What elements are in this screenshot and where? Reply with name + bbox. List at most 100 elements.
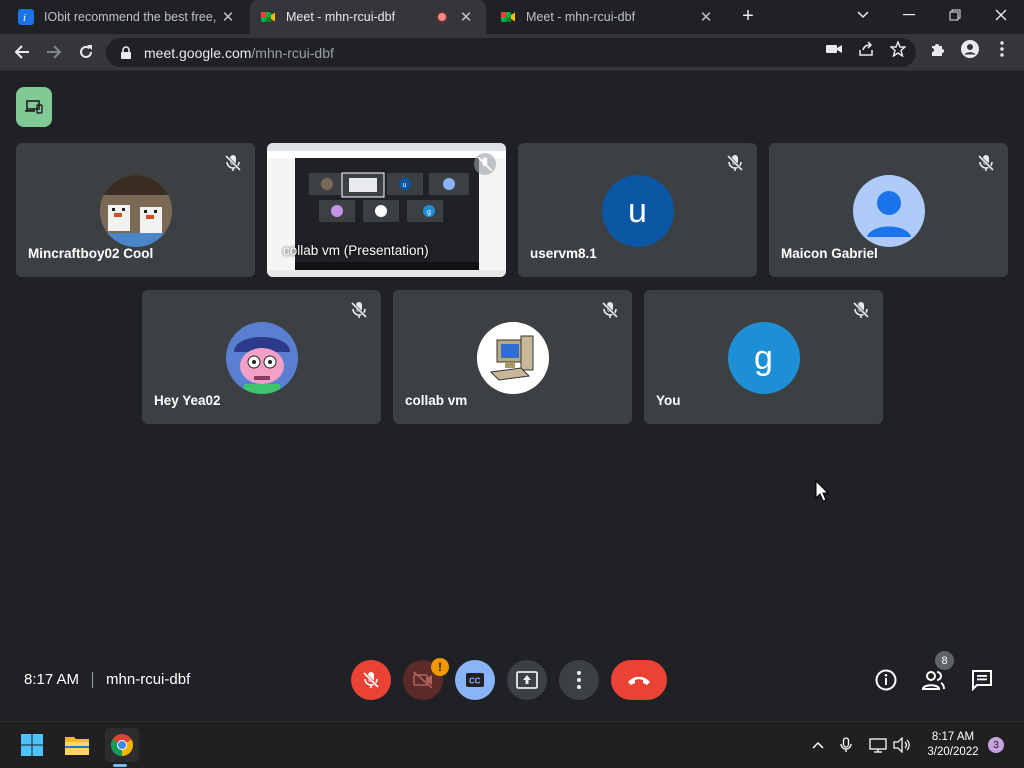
tab-title: IObit recommend the best free, f [44, 10, 218, 24]
recording-indicator-icon [436, 11, 448, 23]
windows-taskbar: 8:17 AM 3/20/2022 3 [0, 721, 1024, 768]
participant-tile[interactable]: Maicon Gabriel [769, 143, 1008, 277]
participant-name: Maicon Gabriel [781, 246, 878, 261]
captions-button[interactable]: CC [455, 660, 495, 700]
restore-button[interactable] [932, 0, 978, 30]
tab-title: Meet - mhn-rcui-dbf [526, 10, 636, 24]
more-options-button[interactable] [559, 660, 599, 700]
windows-start-icon[interactable] [17, 730, 47, 760]
participant-name: uservm8.1 [530, 246, 597, 261]
closed-captions-icon: CC [466, 673, 484, 687]
minimize-button[interactable] [886, 0, 932, 30]
participant-name: collab vm [405, 393, 468, 408]
tab-meet-active[interactable]: Meet - mhn-rcui-dbf ✕ [250, 0, 486, 34]
mic-off-icon [474, 153, 496, 175]
volume-icon[interactable] [893, 736, 911, 754]
mic-off-icon [362, 671, 380, 689]
participant-tile[interactable]: Mincraftboy02 Cool [16, 143, 255, 277]
clock-time: 8:17 AM [931, 731, 975, 743]
meeting-code: mhn-rcui-dbf [106, 671, 191, 688]
show-hidden-icons-chevron-icon[interactable] [809, 736, 827, 754]
lock-icon [121, 45, 131, 59]
file-explorer-icon[interactable] [62, 730, 92, 760]
people-button[interactable] [921, 667, 947, 693]
active-app-indicator [113, 764, 127, 767]
microphone-tray-icon[interactable] [837, 736, 855, 754]
iobit-icon: i [18, 9, 34, 25]
url-host: meet.google.com [144, 44, 252, 61]
hang-up-icon [628, 676, 650, 685]
presentation-tile[interactable]: u g collab vm (Presentation) [267, 143, 506, 277]
participant-tile[interactable]: u uservm8.1 [518, 143, 757, 277]
mic-off-icon [350, 301, 368, 319]
back-button[interactable] [8, 38, 36, 66]
google-meet-icon [500, 9, 516, 25]
present-screen-button[interactable] [507, 660, 547, 700]
profile-icon[interactable] [961, 40, 979, 58]
tab-close-icon[interactable]: ✕ [696, 8, 716, 26]
meet-stage: Mincraftboy02 Cool u g collab vm (Presen… [0, 71, 1024, 721]
participant-tile[interactable]: Hey Yea02 [142, 290, 381, 424]
share-icon[interactable] [857, 40, 875, 58]
tab-close-icon[interactable]: ✕ [456, 8, 476, 26]
letter-avatar: u [601, 175, 674, 247]
warning-badge: ! [431, 658, 449, 676]
chrome-taskbar-icon[interactable] [105, 728, 139, 762]
more-vert-icon [577, 671, 581, 689]
mic-off-icon [977, 154, 995, 172]
leave-call-button[interactable] [611, 660, 667, 700]
url-path: /mhn-rcui-dbf [251, 44, 334, 61]
tab-meet[interactable]: Meet - mhn-rcui-dbf ✕ [490, 0, 726, 34]
close-window-button[interactable] [978, 0, 1024, 30]
default-person-icon [852, 175, 925, 247]
mic-off-icon [224, 154, 242, 172]
reload-button[interactable] [72, 38, 100, 66]
tab-iobit[interactable]: i IObit recommend the best free, f ✕ [8, 0, 248, 34]
tab-search-chevron-icon[interactable] [840, 0, 886, 30]
clock-date: 3/20/2022 [927, 746, 979, 758]
companion-mode-button[interactable] [16, 87, 52, 127]
google-meet-icon [260, 9, 276, 25]
camera-icon[interactable] [825, 40, 843, 58]
tab-close-icon[interactable]: ✕ [218, 8, 238, 26]
presentation-thumb-letter: g [427, 209, 431, 216]
divider [92, 671, 94, 688]
minecraft-chickens-photo [99, 175, 172, 247]
browser-toolbar: meet.google.com/mhn-rcui-dbf [0, 34, 1024, 71]
participant-name: Mincraftboy02 Cool [28, 246, 154, 261]
chat-button[interactable] [969, 667, 995, 693]
network-icon[interactable] [869, 736, 887, 754]
participant-tile[interactable]: collab vm [393, 290, 632, 424]
address-bar[interactable]: meet.google.com/mhn-rcui-dbf [106, 38, 916, 67]
computer-clipart-photo [476, 322, 549, 394]
svg-text:CC: CC [469, 677, 481, 686]
present-screen-icon [516, 671, 538, 689]
participant-name: collab vm (Presentation) [283, 243, 429, 258]
taskbar-clock[interactable]: 8:17 AM 3/20/2022 [918, 730, 988, 760]
participant-tile-self[interactable]: g You [644, 290, 883, 424]
meeting-details-button[interactable] [873, 667, 899, 693]
mic-toggle-button[interactable] [351, 660, 391, 700]
bookmark-star-icon[interactable] [889, 40, 907, 58]
kebab-menu-icon[interactable] [993, 40, 1011, 58]
participant-name: Hey Yea02 [154, 393, 221, 408]
mic-off-icon [726, 154, 744, 172]
mic-off-icon [852, 301, 870, 319]
notification-count-badge[interactable]: 3 [988, 737, 1004, 753]
participant-name: You [656, 393, 681, 408]
extensions-puzzle-icon[interactable] [929, 40, 947, 58]
tab-title: Meet - mhn-rcui-dbf [286, 10, 396, 24]
mic-off-icon [601, 301, 619, 319]
meeting-info: 8:17 AM mhn-rcui-dbf [24, 671, 190, 688]
browser-tab-strip: i IObit recommend the best free, f ✕ Mee… [0, 0, 1024, 34]
info-icon [875, 669, 897, 691]
cartoon-character-photo [225, 322, 298, 394]
camera-off-icon [413, 671, 433, 689]
people-icon [922, 671, 945, 690]
people-count-badge: 8 [935, 651, 954, 670]
chat-icon [972, 670, 992, 691]
new-tab-button[interactable]: + [736, 5, 760, 29]
forward-button[interactable] [40, 38, 68, 66]
meeting-time: 8:17 AM [24, 671, 80, 688]
presentation-thumb-letter: u [403, 182, 407, 189]
